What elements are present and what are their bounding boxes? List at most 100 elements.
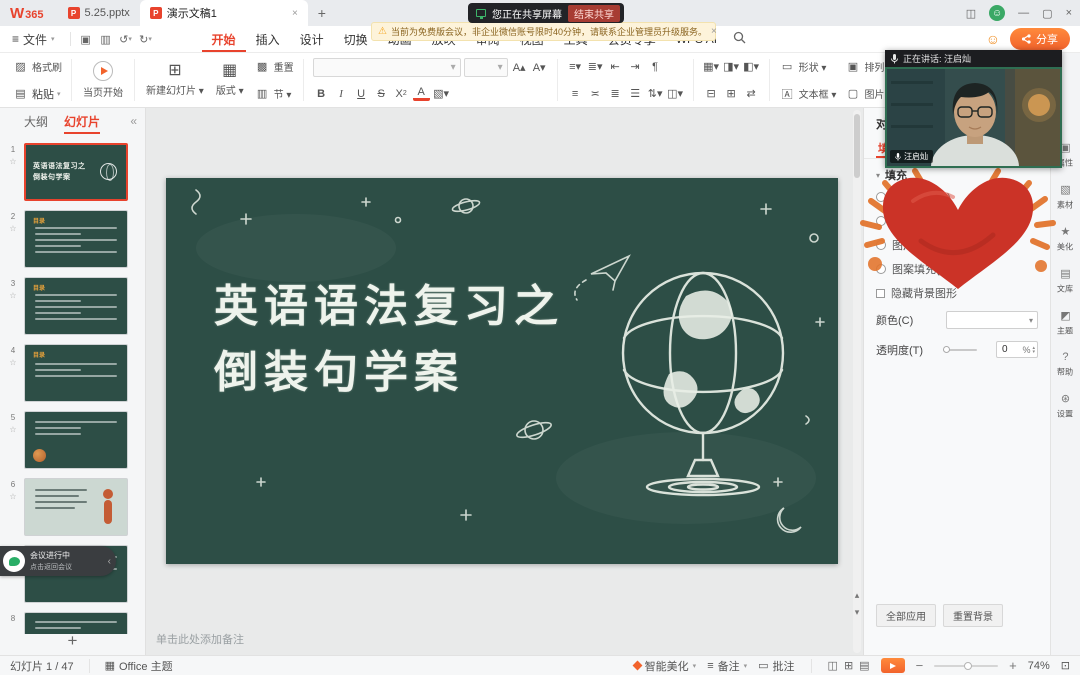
spinner-arrows-icon[interactable]: ▴▾: [1032, 346, 1035, 354]
slide-thumbnail-3[interactable]: 目录: [24, 277, 128, 335]
smartart-icon[interactable]: ◧▾: [743, 58, 760, 75]
decrease-font-icon[interactable]: A▾: [531, 59, 548, 76]
favorite-star-icon[interactable]: ☆: [9, 224, 16, 233]
paste-button[interactable]: ▤ 粘贴 ▾: [12, 85, 62, 102]
reset-button[interactable]: ▩ 重置: [254, 58, 294, 75]
format-painter-icon[interactable]: ▨: [12, 58, 29, 75]
numbered-list-icon[interactable]: ≣▾: [587, 58, 604, 75]
notes-placeholder[interactable]: 单击此处添加备注: [156, 631, 244, 647]
play-from-current-button[interactable]: 当页开始: [79, 57, 127, 103]
color-dropdown[interactable]: ▾: [946, 311, 1038, 329]
tab-outline[interactable]: 大纲: [24, 113, 48, 130]
tab-home[interactable]: 开始: [202, 26, 246, 52]
tab-design[interactable]: 设计: [290, 26, 334, 52]
layout-button[interactable]: ▦ 版式 ▾: [212, 57, 248, 103]
smart-beautify-button[interactable]: 智能美化 ▾: [634, 658, 697, 674]
end-share-button[interactable]: 结束共享: [568, 5, 620, 22]
dock-item-settings[interactable]: ⊛设置: [1056, 392, 1074, 420]
file-menu-button[interactable]: ≡ 文件 ▾: [0, 31, 65, 48]
favorite-star-icon[interactable]: ☆: [9, 291, 16, 300]
collapse-toast-icon[interactable]: ‹: [108, 556, 116, 567]
table-icon[interactable]: ▦▾: [703, 58, 720, 75]
align-right-icon[interactable]: ≣: [607, 85, 624, 102]
undo-icon[interactable]: ↺▾: [116, 30, 136, 48]
italic-button[interactable]: I: [333, 85, 350, 102]
chevron-down-icon[interactable]: ▾: [57, 90, 61, 98]
hide-background-checkbox[interactable]: 隐藏背景图形: [864, 281, 1050, 305]
search-icon[interactable]: [733, 31, 746, 47]
slider-knob[interactable]: [943, 346, 950, 353]
theme-button[interactable]: ▦ Office 主题: [105, 658, 173, 674]
favorite-star-icon[interactable]: ☆: [9, 157, 16, 166]
format-painter-label[interactable]: 格式刷: [32, 59, 62, 74]
reading-view-icon[interactable]: ▤: [859, 659, 869, 672]
next-slide-icon[interactable]: ▾: [855, 607, 860, 618]
zoom-in-icon[interactable]: +: [1009, 658, 1017, 673]
reset-background-button[interactable]: 重置背景: [943, 604, 1003, 627]
fill-option-pattern[interactable]: 图案填充(A): [864, 257, 1050, 281]
apply-all-button[interactable]: 全部应用: [876, 604, 936, 627]
new-tab-button[interactable]: +: [312, 3, 332, 23]
side-panel-icon[interactable]: ◫: [966, 7, 976, 20]
chart-icon[interactable]: ◨▾: [723, 58, 740, 75]
slide-sorter-icon[interactable]: ⊞: [844, 659, 853, 672]
slide-thumbnail-1[interactable]: 英语语法复习之倒装句学案: [24, 143, 128, 201]
redo-icon[interactable]: ↻▾: [136, 30, 156, 48]
transparency-spinner[interactable]: 0 % ▴▾: [996, 341, 1038, 358]
fill-option-gradient[interactable]: 渐变填充(G): [864, 209, 1050, 233]
zoom-out-icon[interactable]: −: [916, 658, 924, 673]
restore-button[interactable]: ▢: [1042, 7, 1052, 20]
scrollbar-thumb[interactable]: [854, 114, 860, 178]
close-button[interactable]: ×: [1066, 7, 1072, 19]
dock-item-library[interactable]: ▤文库: [1056, 267, 1074, 295]
align-center-icon[interactable]: ≍: [587, 85, 604, 102]
decrease-indent-icon[interactable]: ⇤: [607, 58, 624, 75]
dock-item-assets[interactable]: ▧素材: [1056, 183, 1074, 211]
distribute-icon[interactable]: ⊞: [723, 85, 740, 102]
collapse-panel-icon[interactable]: «: [130, 114, 137, 128]
close-warning-icon[interactable]: ×: [711, 26, 717, 37]
close-tab-icon[interactable]: ×: [292, 8, 298, 19]
slideshow-play-button[interactable]: [881, 658, 905, 673]
add-slide-button[interactable]: +: [0, 631, 145, 651]
rotate-icon[interactable]: ⇄: [743, 85, 760, 102]
favorite-star-icon[interactable]: ☆: [9, 425, 16, 434]
current-slide[interactable]: 英语语法复习之 倒装句学案: [166, 178, 838, 564]
slide-thumbnail-5[interactable]: [24, 411, 128, 469]
comments-button[interactable]: ▭ 批注: [758, 658, 794, 674]
new-slide-button[interactable]: ⊞ 新建幻灯片 ▾: [142, 57, 208, 103]
fill-option-solid[interactable]: 纯色填充(S): [864, 185, 1050, 209]
slide-title[interactable]: 英语语法复习之 倒装句学案: [214, 274, 564, 406]
increase-indent-icon[interactable]: ⇥: [627, 58, 644, 75]
underline-button[interactable]: U: [353, 85, 370, 102]
transparency-slider[interactable]: [943, 349, 977, 351]
print-icon[interactable]: ▥: [96, 30, 116, 48]
slide-thumbnail-6[interactable]: [24, 478, 128, 536]
shapes-button[interactable]: ▭ 形状 ▾: [779, 58, 837, 75]
slide-thumbnail-2[interactable]: 目录: [24, 210, 128, 268]
justify-icon[interactable]: ☰: [627, 85, 644, 102]
bold-button[interactable]: B: [313, 85, 330, 102]
tab-insert[interactable]: 插入: [246, 26, 290, 52]
bullet-list-icon[interactable]: ≡▾: [567, 58, 584, 75]
font-size-select[interactable]: ▾: [464, 58, 508, 77]
feedback-smiley-icon[interactable]: ☺: [986, 31, 1000, 47]
increase-font-icon[interactable]: A▴: [511, 59, 528, 76]
document-tab-2[interactable]: P 演示文稿1 ×: [140, 0, 308, 26]
favorite-star-icon[interactable]: ☆: [9, 358, 16, 367]
font-family-select[interactable]: ▾: [313, 58, 461, 77]
paragraph-mark-icon[interactable]: ¶: [647, 58, 664, 75]
favorite-star-icon[interactable]: ☆: [9, 492, 16, 501]
meeting-toast[interactable]: 会议进行中 点击返回会议 ‹: [0, 546, 116, 576]
document-tab-1[interactable]: P 5.25.pptx: [58, 0, 140, 26]
align-left-icon[interactable]: ≡: [567, 85, 584, 102]
zoom-knob[interactable]: [964, 662, 972, 670]
fill-option-picture[interactable]: 图片或纹理填充(P): [864, 233, 1050, 257]
user-avatar[interactable]: ☺: [989, 5, 1005, 21]
font-color-button[interactable]: A: [413, 87, 430, 101]
editing-canvas[interactable]: 英语语法复习之 倒装句学案 单击此处添加备注 ▴ ▾: [146, 108, 863, 655]
share-button[interactable]: 分享: [1010, 28, 1070, 50]
columns-icon[interactable]: ◫▾: [667, 85, 684, 102]
fit-slide-icon[interactable]: ⊡: [1061, 659, 1070, 672]
section-button[interactable]: ▥ 节 ▾: [254, 85, 294, 102]
